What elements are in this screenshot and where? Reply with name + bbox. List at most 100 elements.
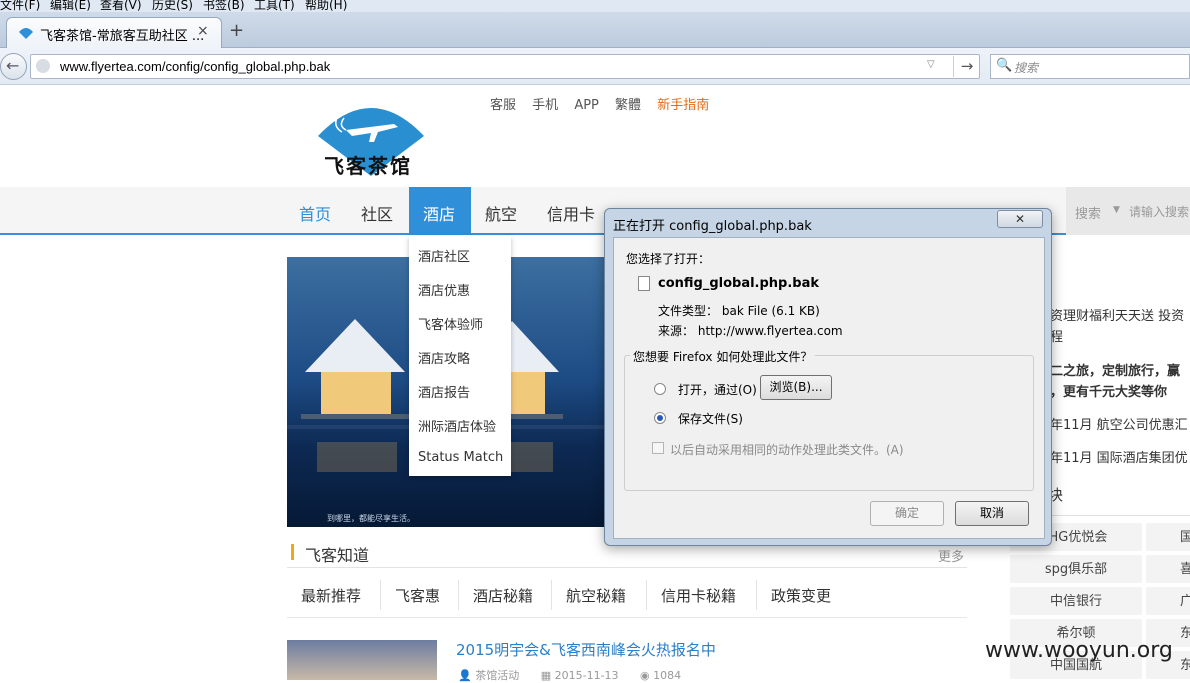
article-thumbnail[interactable] [287,640,437,680]
menu-item-hotel-reports[interactable]: 酒店报告 [418,382,470,401]
divider [287,617,967,618]
menu-item-ihg-experience[interactable]: 洲际酒店体验 [418,416,496,435]
open-with-label[interactable]: 打开，通过(O) [678,381,757,398]
save-file-label[interactable]: 保存文件(S) [678,410,743,427]
auto-action-checkbox[interactable] [652,442,664,454]
menu-item-hotel-deals[interactable]: 酒店优惠 [418,280,470,299]
tab-flyer-deals[interactable]: 飞客惠 [395,585,440,606]
divider [287,567,967,568]
tab-credit-card-tips[interactable]: 信用卡秘籍 [661,585,736,606]
tab-latest[interactable]: 最新推荐 [301,585,361,606]
auto-action-label[interactable]: 以后自动采用相同的动作处理此类文件。(A) [670,441,904,458]
search-icon: 🔍 [996,58,1013,73]
tab-aviation-tips[interactable]: 航空秘籍 [566,585,626,606]
section-accent-bar [291,544,294,560]
nav-aviation[interactable]: 航空 [485,201,517,225]
article-meta: 👤 茶馆活动 ▦ 2015-11-13 ◉ 1084 [458,667,681,683]
url-dropdown-icon[interactable]: ▽ [927,59,935,70]
browse-button[interactable]: 浏览(B)... [760,375,832,400]
action-question: 您想要 Firefox 如何处理此文件？ [630,348,816,365]
site-favicon-icon [19,28,33,39]
banner-caption: 到哪里，都能尽享生活。 [327,514,415,523]
eye-icon: ◉ [640,669,650,682]
link-citic[interactable]: 中信银行 [1010,587,1142,617]
file-type-label: 文件类型： [658,304,719,318]
nav-search-input[interactable]: 请输入搜索 [1129,203,1189,220]
back-arrow-icon: ← [6,56,20,75]
save-file-radio[interactable] [654,412,666,424]
section-title-flyer-know: 飞客知道 [305,546,370,565]
nav-home[interactable]: 首页 [299,201,331,225]
link-newbie-guide[interactable]: 新手指南 [657,98,709,113]
url-input[interactable]: www.flyertea.com/config/config_global.ph… [60,59,330,74]
chevron-down-icon: ▼ [1113,205,1120,215]
ok-button[interactable]: 确定 [870,501,944,526]
link-traditional[interactable]: 繁體 [615,98,641,113]
dialog-title: 正在打开 config_global.php.bak [613,219,812,234]
divider [756,580,757,610]
link-spg[interactable]: spg俱乐部 [1010,555,1142,585]
top-links: 客服 手机 APP 繁體 新手指南 [490,94,721,113]
browser-tab[interactable]: 飞客茶馆-常旅客互助社区 ... × [6,17,222,48]
dialog-body: 您选择了打开： config_global.php.bak 文件类型： bak … [613,237,1045,539]
site-identity-icon[interactable] [36,59,50,73]
article-title[interactable]: 2015明宇会&飞客西南峰会火热报名中 [456,639,716,660]
link-col2[interactable]: 喜 [1146,555,1190,585]
source-label: 来源： [658,324,695,338]
nav-community[interactable]: 社区 [361,201,393,225]
tab-hotel-tips[interactable]: 酒店秘籍 [473,585,533,606]
nav-search-label: 搜索 [1075,207,1102,222]
menu-bookmarks[interactable]: 书签(B) [203,0,245,12]
menu-edit[interactable]: 编辑(E) [50,0,91,12]
tab-close-icon[interactable]: × [197,23,209,39]
article-category[interactable]: 茶馆活动 [475,669,519,682]
tab-policy-changes[interactable]: 政策变更 [771,585,831,606]
nav-credit-card[interactable]: 信用卡 [547,201,595,225]
menu-item-status-match[interactable]: Status Match [418,450,503,465]
go-button[interactable]: → [953,56,980,77]
file-icon [638,276,650,291]
news-item[interactable]: 年11月 航空公司优惠汇 [1050,414,1188,433]
menu-help[interactable]: 帮助(H) [305,0,347,12]
chose-label: 您选择了打开： [626,252,711,266]
hotel-dropdown-menu: 酒店社区 酒店优惠 飞客体验师 酒店攻略 酒店报告 洲际酒店体验 Status … [409,236,511,476]
menu-file[interactable]: 文件(F) [0,0,40,12]
menu-item-hotel-guides[interactable]: 酒店攻略 [418,348,470,367]
menu-item-flyer-tester[interactable]: 飞客体验师 [418,314,483,333]
news-item[interactable]: ，更有千元大奖等你 [1050,381,1167,400]
link-mobile[interactable]: 手机 [532,98,558,113]
open-with-radio[interactable] [654,383,666,395]
address-bar[interactable]: www.flyertea.com/config/config_global.ph… [30,54,980,79]
nav-hotel[interactable]: 酒店 [409,187,471,235]
link-app[interactable]: APP [574,98,599,113]
back-button[interactable]: ← [0,53,27,80]
file-type-value: bak File (6.1 KB) [721,304,820,318]
source-value: http://www.flyertea.com [697,324,843,338]
cancel-button[interactable]: 取消 [955,501,1029,526]
news-item[interactable]: 资理财福利天天送 投资 [1050,305,1184,324]
watermark: www.wooyun.org [985,638,1173,663]
browser-search-bar[interactable]: 🔍 搜索 [990,54,1190,79]
file-type: 文件类型： bak File (6.1 KB) [658,302,820,319]
new-tab-button[interactable]: + [229,20,244,41]
search-input[interactable]: 搜索 [1014,59,1038,76]
user-icon: 👤 [458,669,472,682]
menu-tools[interactable]: 工具(T) [254,0,295,12]
close-icon[interactable]: ✕ [997,210,1043,228]
more-link[interactable]: 更多 [938,546,964,565]
menu-item-hotel-community[interactable]: 酒店社区 [418,246,470,265]
menu-history[interactable]: 历史(S) [152,0,193,12]
menu-bar: 文件(F) 编辑(E) 查看(V) 历史(S) 书签(B) 工具(T) 帮助(H… [0,0,1190,12]
news-item[interactable]: 二之旅，定制旅行，赢 [1050,360,1180,379]
link-col2[interactable]: 国 [1146,523,1190,553]
menu-view[interactable]: 查看(V) [100,0,142,12]
link-col2[interactable]: 广 [1146,587,1190,617]
news-item[interactable]: 年11月 国际酒店集团优 [1050,447,1188,466]
file-source: 来源： http://www.flyertea.com [658,322,843,339]
link-customer-service[interactable]: 客服 [490,98,516,113]
download-dialog: 正在打开 config_global.php.bak ✕ 您选择了打开： con… [604,208,1052,546]
nav-hotel-label: 酒店 [423,205,456,224]
divider [646,580,647,610]
nav-search[interactable]: 搜索 ▼ 请输入搜索 [1066,187,1190,235]
article-date: 2015-11-13 [554,669,619,682]
